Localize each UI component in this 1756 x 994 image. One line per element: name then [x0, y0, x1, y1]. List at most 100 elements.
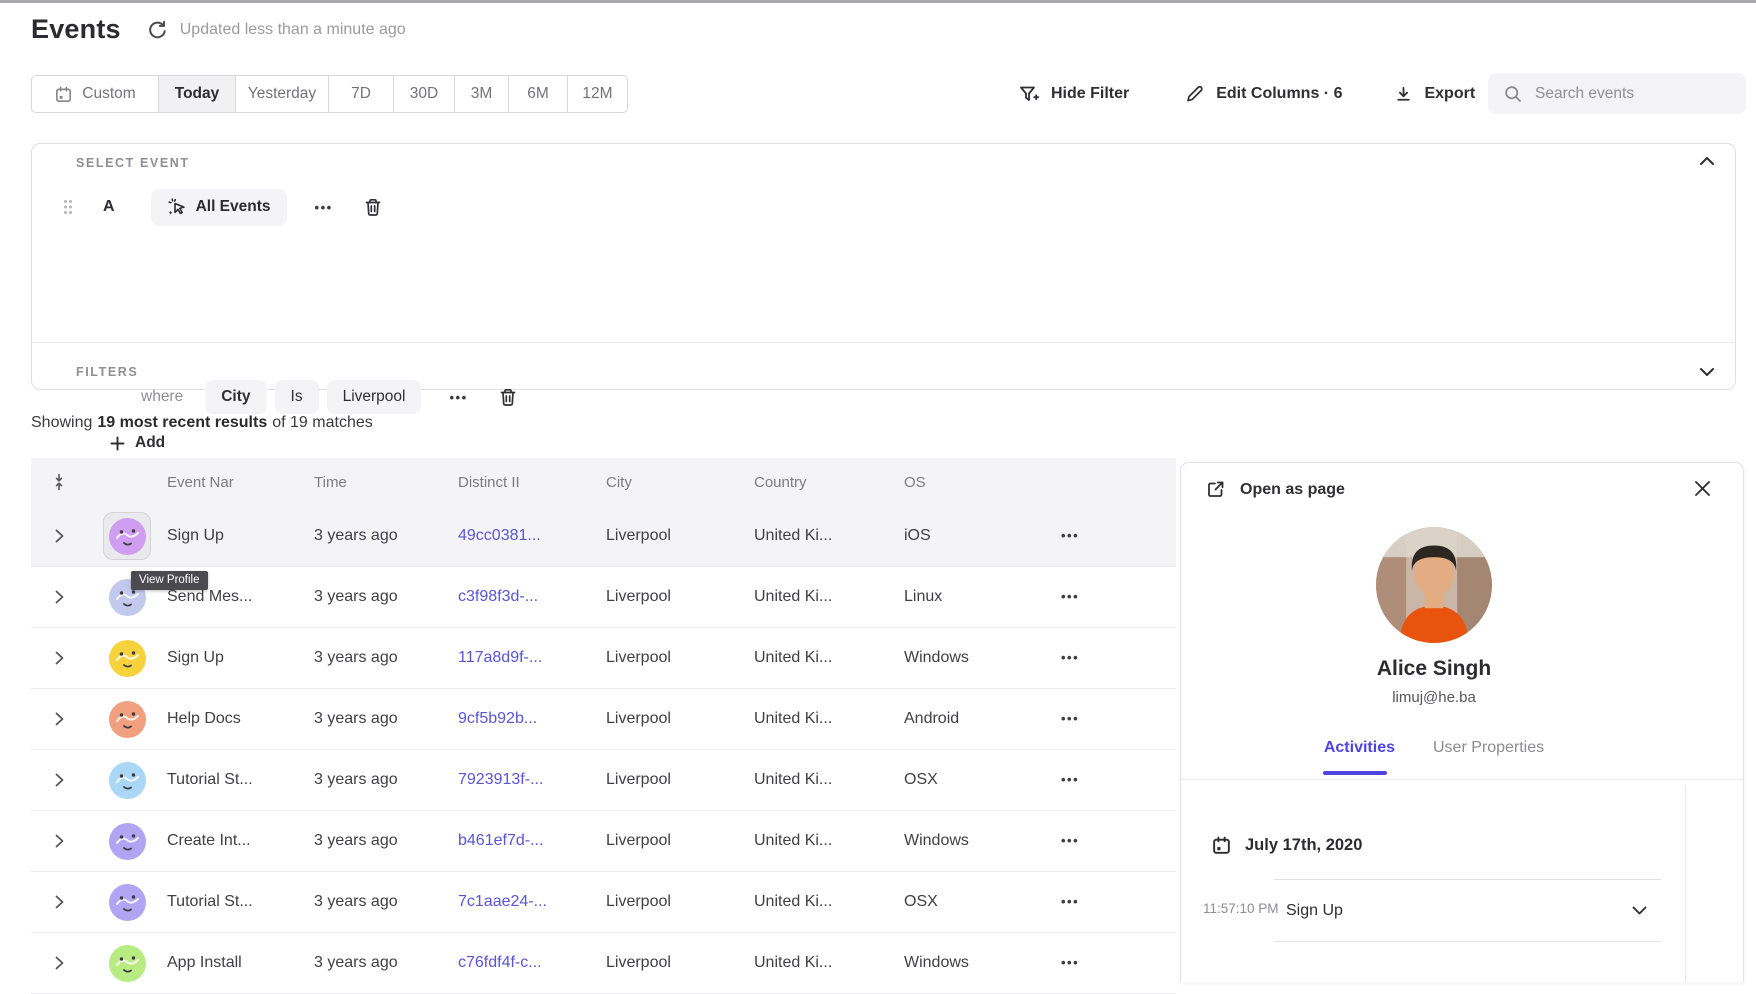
tab-7d[interactable]: 7D: [329, 76, 394, 112]
value-chip-label: Liverpool: [343, 388, 406, 406]
city-cell: Liverpool: [606, 588, 754, 606]
row-more-icon[interactable]: •••: [1061, 528, 1079, 543]
operator-chip-label: Is: [291, 388, 303, 406]
tab-user-properties[interactable]: User Properties: [1433, 739, 1544, 771]
row-more-icon[interactable]: •••: [1061, 711, 1079, 726]
os-cell: OSX: [904, 771, 1031, 789]
user-avatar[interactable]: [103, 634, 151, 682]
hide-filter-button[interactable]: Hide Filter: [1018, 84, 1129, 104]
tab-6m-label: 6M: [527, 85, 549, 103]
event-selector-chip[interactable]: All Events: [151, 189, 287, 226]
pencil-icon: [1185, 84, 1205, 104]
user-avatar[interactable]: [103, 512, 151, 560]
event-name-cell: Help Docs: [167, 710, 314, 728]
tab-6m[interactable]: 6M: [509, 76, 568, 112]
tab-custom[interactable]: Custom: [32, 76, 159, 112]
add-label: Add: [135, 434, 165, 452]
select-event-card: SELECT EVENT A All Events •••: [31, 143, 1736, 390]
row-more-icon[interactable]: •••: [1061, 589, 1079, 604]
user-avatar[interactable]: [103, 817, 151, 865]
column-header-time: Time: [314, 474, 458, 491]
tab-12m[interactable]: 12M: [568, 76, 627, 112]
calendar-icon: [1211, 835, 1232, 856]
distinct-id-link[interactable]: c3f98f3d-...: [458, 588, 538, 605]
row-more-icon[interactable]: •••: [1061, 955, 1079, 970]
row-expand-chevron-icon[interactable]: [55, 773, 64, 787]
distinct-id-link[interactable]: b461ef7d-...: [458, 832, 543, 849]
distinct-id-link[interactable]: 7923913f-...: [458, 771, 543, 788]
search-events-input[interactable]: [1535, 85, 1725, 103]
row-more-icon[interactable]: •••: [1061, 894, 1079, 909]
distinct-id-link[interactable]: c76fdf4f-c...: [458, 954, 542, 971]
table-row[interactable]: Tutorial St... 3 years ago 7c1aae24-... …: [31, 872, 1176, 933]
export-button[interactable]: Export: [1394, 85, 1475, 104]
sort-icon[interactable]: [52, 473, 66, 491]
table-row[interactable]: Sign Up 3 years ago 49cc0381... Liverpoo…: [31, 506, 1176, 567]
open-as-page-label: Open as page: [1240, 481, 1345, 499]
user-avatar[interactable]: [103, 939, 151, 987]
distinct-id-link[interactable]: 7c1aae24-...: [458, 893, 547, 910]
close-icon[interactable]: [1694, 480, 1711, 497]
user-avatar[interactable]: [103, 756, 151, 804]
row-expand-chevron-icon[interactable]: [55, 529, 64, 543]
user-avatar[interactable]: [103, 878, 151, 926]
activity-row[interactable]: Sign Up: [1274, 879, 1661, 942]
event-trash-icon[interactable]: [363, 197, 383, 218]
summary-count: 19 most recent results: [97, 414, 267, 432]
distinct-id-link[interactable]: 9cf5b92b...: [458, 710, 537, 727]
tab-yesterday[interactable]: Yesterday: [236, 76, 329, 112]
window-edge: [0, 0, 1756, 3]
row-expand-chevron-icon[interactable]: [55, 956, 64, 970]
open-as-page-button[interactable]: Open as page: [1205, 479, 1345, 500]
page-title: Events: [31, 14, 121, 45]
row-expand-chevron-icon[interactable]: [55, 834, 64, 848]
time-cell: 3 years ago: [314, 771, 458, 789]
tab-today[interactable]: Today: [159, 76, 236, 112]
table-row[interactable]: App Install 3 years ago c76fdf4f-c... Li…: [31, 933, 1176, 994]
time-cell: 3 years ago: [314, 588, 458, 606]
country-cell: United Ki...: [754, 832, 904, 850]
plus-icon: [110, 436, 125, 451]
event-name-cell: Sign Up: [167, 527, 314, 545]
refresh-icon[interactable]: [147, 19, 168, 40]
row-more-icon[interactable]: •••: [1061, 833, 1079, 848]
tab-yesterday-label: Yesterday: [248, 85, 316, 103]
profile-name: Alice Singh: [1181, 657, 1687, 681]
drag-handle-icon[interactable]: [63, 199, 75, 215]
table-row[interactable]: Tutorial St... 3 years ago 7923913f-... …: [31, 750, 1176, 811]
table-row[interactable]: Sign Up 3 years ago 117a8d9f-... Liverpo…: [31, 628, 1176, 689]
select-event-label: SELECT EVENT: [76, 156, 190, 170]
add-button[interactable]: Add: [110, 434, 165, 452]
edit-columns-button[interactable]: Edit Columns · 6: [1185, 84, 1342, 104]
row-expand-chevron-icon[interactable]: [55, 712, 64, 726]
country-cell: United Ki...: [754, 527, 904, 545]
time-cell: 3 years ago: [314, 954, 458, 972]
event-more-icon[interactable]: •••: [315, 200, 333, 215]
os-cell: OSX: [904, 893, 1031, 911]
filters-chevron-down-icon[interactable]: [1699, 367, 1715, 377]
results-summary: Showing 19 most recent results of 19 mat…: [31, 414, 373, 432]
user-avatar[interactable]: [103, 695, 151, 743]
row-more-icon[interactable]: •••: [1061, 650, 1079, 665]
tab-3m[interactable]: 3M: [455, 76, 509, 112]
row-expand-chevron-icon[interactable]: [55, 590, 64, 604]
row-more-icon[interactable]: •••: [1061, 772, 1079, 787]
distinct-id-link[interactable]: 49cc0381...: [458, 527, 541, 544]
where-label: where: [141, 388, 183, 406]
table-row[interactable]: Help Docs 3 years ago 9cf5b92b... Liverp…: [31, 689, 1176, 750]
row-expand-chevron-icon[interactable]: [55, 651, 64, 665]
filter-plus-icon: [1018, 84, 1040, 104]
os-cell: Windows: [904, 832, 1031, 850]
filter-more-icon[interactable]: •••: [449, 390, 467, 405]
distinct-id-link[interactable]: 117a8d9f-...: [458, 649, 542, 666]
panel-scrollbar[interactable]: [1685, 785, 1686, 982]
table-row[interactable]: Create Int... 3 years ago b461ef7d-... L…: [31, 811, 1176, 872]
column-header-city: City: [606, 474, 754, 491]
row-expand-chevron-icon[interactable]: [55, 895, 64, 909]
collapse-chevron-up-icon[interactable]: [1699, 156, 1715, 166]
tab-30d[interactable]: 30D: [394, 76, 455, 112]
activity-chevron-down-icon[interactable]: [1632, 906, 1647, 915]
tab-activities[interactable]: Activities: [1324, 739, 1395, 771]
hide-filter-label: Hide Filter: [1051, 85, 1129, 103]
event-name-cell: Tutorial St...: [167, 893, 314, 911]
